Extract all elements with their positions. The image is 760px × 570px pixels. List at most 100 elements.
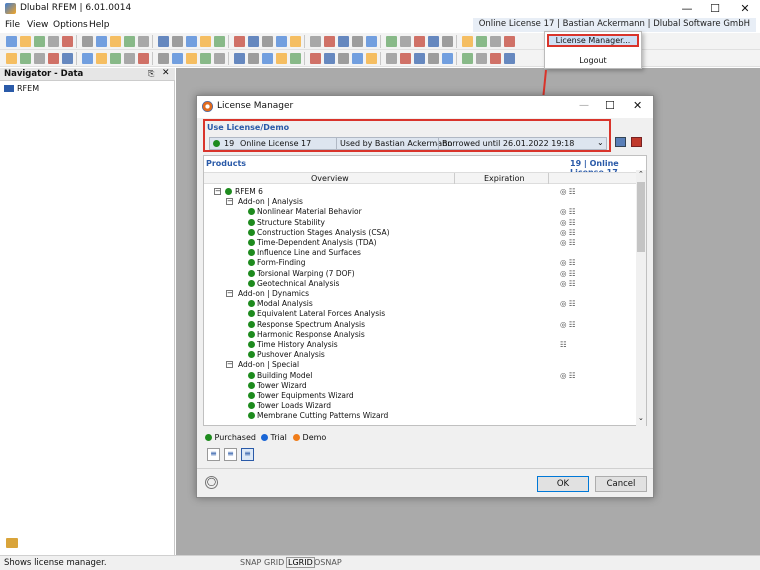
dialog-maximize-button[interactable]: ☐ [605,99,615,112]
toolbar-icon[interactable] [214,53,225,64]
globe-icon[interactable]: ◯ [205,476,218,489]
tree-item[interactable]: Form-Finding◎ ☷ [204,258,636,268]
data-tab-icon[interactable] [6,538,18,548]
toolbar-icon[interactable] [214,36,225,47]
license-status-button[interactable]: Online License 17 | Bastian Ackermann | … [473,18,756,32]
toolbar-icon[interactable] [504,36,515,47]
toolbar-icon[interactable] [6,53,17,64]
toolbar-icon[interactable] [96,53,107,64]
toolbar-icon[interactable] [228,52,229,65]
toolbar-icon[interactable] [414,53,425,64]
tree-group[interactable]: −Add-on | Analysis [204,197,636,207]
grid-toggle[interactable]: GRID [264,558,284,567]
toolbar-icon[interactable] [414,36,425,47]
toolbar-icon[interactable] [124,53,135,64]
tree-item[interactable]: Time-Dependent Analysis (TDA)◎ ☷ [204,238,636,248]
tree-item[interactable]: Time History Analysis☷ [204,340,636,350]
tree-item[interactable]: Construction Stages Analysis (CSA)◎ ☷ [204,228,636,238]
toolbar-icon[interactable] [124,36,135,47]
tree-item[interactable]: Torsional Warping (7 DOF)◎ ☷ [204,269,636,279]
tree-item[interactable]: Geotechnical Analysis◎ ☷ [204,279,636,289]
toolbar-icon[interactable] [386,36,397,47]
tree-item[interactable]: Equivalent Lateral Forces Analysis [204,309,636,319]
ok-button[interactable]: OK [537,476,589,492]
pin-icon[interactable]: ⎘ [148,69,154,79]
tree-item[interactable]: Pushover Analysis [204,350,636,360]
toolbar-icon[interactable] [310,36,321,47]
toolbar-icon[interactable] [366,53,377,64]
cancel-button[interactable]: Cancel [595,476,647,492]
toolbar-icon[interactable] [20,36,31,47]
dialog-minimize-button[interactable]: — [579,100,589,111]
tree-group[interactable]: −Add-on | Special [204,360,636,370]
tree-item[interactable]: Tower Loads Wizard [204,401,636,411]
toolbar-icon[interactable] [200,53,211,64]
toolbar-icon[interactable] [158,36,169,47]
toolbar-icon[interactable] [476,53,487,64]
close-icon[interactable]: ✕ [162,68,170,78]
toolbar-icon[interactable] [138,53,149,64]
snap-toggle[interactable]: SNAP [240,558,261,567]
collapse-all-icon[interactable]: ≡ [224,448,237,461]
scroll-down-icon[interactable]: ⌄ [638,414,644,422]
menu-file[interactable]: File [5,20,20,30]
scroll-up-icon[interactable]: ⌃ [638,170,644,178]
toolbar-icon[interactable] [96,36,107,47]
toolbar-icon[interactable] [304,35,305,48]
toolbar-icon[interactable] [34,36,45,47]
toolbar-icon[interactable] [152,35,153,48]
toolbar-icon[interactable] [34,53,45,64]
minimize-button[interactable]: — [672,0,702,18]
tree-item[interactable]: Membrane Cutting Patterns Wizard [204,411,636,421]
toolbar-icon[interactable] [462,36,473,47]
tree-item[interactable]: Tower Equipments Wizard [204,391,636,401]
toolbar-icon[interactable] [138,36,149,47]
toolbar-icon[interactable] [380,52,381,65]
column-expiration[interactable]: Expiration [484,174,525,183]
menu-view[interactable]: View [27,20,48,30]
toolbar-icon[interactable] [186,53,197,64]
toolbar-icon[interactable] [82,53,93,64]
toolbar-icon[interactable] [490,53,501,64]
toolbar-icon[interactable] [248,36,259,47]
toolbar-icon[interactable] [290,36,301,47]
tree-item[interactable]: Influence Line and Surfaces [204,248,636,258]
toolbar-icon[interactable] [338,36,349,47]
toolbar-icon[interactable] [324,53,335,64]
toolbar-icon[interactable] [462,53,473,64]
toolbar-icon[interactable] [234,36,245,47]
toolbar-icon[interactable] [386,53,397,64]
toolbar-icon[interactable] [262,36,273,47]
license-select[interactable]: 19 Online License 17 Used by Bastian Ack… [209,137,607,150]
toolbar-icon[interactable] [62,36,73,47]
delete-license-icon[interactable] [631,137,642,147]
toolbar-icon[interactable] [380,35,381,48]
collapse-toggle-icon[interactable]: − [214,188,221,195]
toolbar-icon[interactable] [158,53,169,64]
toolbar-icon[interactable] [324,36,335,47]
license-manager-menu-item[interactable]: License Manager... [547,34,639,47]
toolbar-icon[interactable] [442,36,453,47]
tree-item[interactable]: Response Spectrum Analysis◎ ☷ [204,320,636,330]
expand-all-icon[interactable]: ≡ [207,448,220,461]
toolbar-icon[interactable] [338,53,349,64]
collapse-toggle-icon[interactable]: − [226,361,233,368]
toolbar-icon[interactable] [200,36,211,47]
license-table-icon[interactable] [615,137,626,147]
tree-root[interactable]: −RFEM 6◎ ☷ [204,187,636,197]
toolbar-icon[interactable] [234,53,245,64]
toolbar-icon[interactable] [48,36,59,47]
toolbar-icon[interactable] [352,36,363,47]
toolbar-icon[interactable] [82,36,93,47]
toolbar-icon[interactable] [428,53,439,64]
toolbar-icon[interactable] [186,36,197,47]
toolbar-icon[interactable] [400,53,411,64]
collapse-toggle-icon[interactable]: − [226,198,233,205]
toolbar-icon[interactable] [228,35,229,48]
lgrid-toggle[interactable]: LGRID [286,557,315,568]
osnap-toggle[interactable]: OSNAP [314,558,342,567]
tree-item[interactable]: Tower Wizard [204,381,636,391]
toolbar-icon[interactable] [504,53,515,64]
toolbar-icon[interactable] [276,36,287,47]
scroll-thumb[interactable] [637,182,645,252]
